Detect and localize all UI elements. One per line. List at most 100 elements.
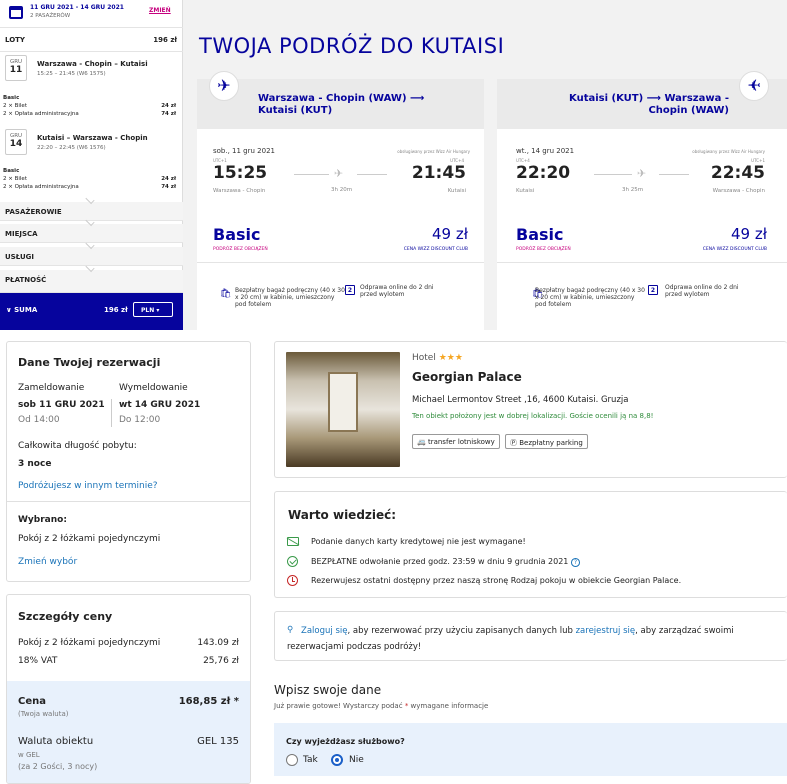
flights-total: 196 zł xyxy=(153,36,177,44)
amenity-free-parking: Ⓟ Bezpłatny parking xyxy=(505,434,588,449)
business-question: Czy wyjeżdżasz służbowo? xyxy=(286,737,405,746)
good-to-know-title: Warto wiedzieć: xyxy=(288,508,397,522)
outbound-bag-text: Bezpłatny bagaż podręczny (40 x 30 x 20 … xyxy=(235,287,345,308)
other-dates-link[interactable]: Podróżujesz w innym terminie? xyxy=(18,481,158,491)
inbound-fare-basic: Basic xyxy=(516,225,564,244)
outbound-dep-city: Warszawa - Chopin xyxy=(213,188,266,194)
hotel-card: Hotel ★★★ Georgian Palace Michael Lermon… xyxy=(274,341,787,478)
outbound-fee-amount: 74 zł xyxy=(161,111,176,117)
inbound-bag-text: Bezpłatny bagaż podręczny (40 x 30 x 20 … xyxy=(535,287,645,308)
trip-dates: 11 GRU 2021 - 14 GRU 2021 xyxy=(30,4,124,11)
selected-room: Pokój z 2 łóżkami pojedynczymi xyxy=(18,534,161,544)
section-services[interactable]: USŁUGI xyxy=(0,247,183,266)
inbound-fee-label: 2 × Opłata administracyjna xyxy=(3,184,79,190)
divider xyxy=(197,262,484,263)
outbound-time: 15:25 – 21:45 (W6 1575) xyxy=(37,71,106,77)
hotel-type: Hotel ★★★ xyxy=(412,353,463,363)
register-link[interactable]: zarejestruj się xyxy=(576,626,636,636)
route-line xyxy=(294,174,329,175)
radio-yes-label[interactable]: Tak xyxy=(303,755,318,765)
sum-label: ∨ SUMA xyxy=(6,306,38,314)
login-link[interactable]: Zaloguj się xyxy=(301,626,347,636)
inbound-route: Kutaisi – Warszawa - Chopin xyxy=(37,134,148,142)
section-seats[interactable]: MIEJSCA xyxy=(0,224,183,243)
reservation-title: Dane Twojej rezerwacji xyxy=(18,356,161,369)
selected-label: Wybrano: xyxy=(18,515,67,525)
radio-no[interactable] xyxy=(331,754,343,766)
outbound-dep-time: 15:25 xyxy=(213,163,268,183)
price-row-label: 18% VAT xyxy=(18,656,58,666)
outbound-card-header: Warszawa - Chopin (WAW) ⟶ Kutaisi (KUT) xyxy=(197,79,484,129)
flight-booking-section: 11 GRU 2021 - 14 GRU 2021 2 PASAŻERÓW ZM… xyxy=(0,0,787,330)
bag-icon: 🛍 xyxy=(220,289,232,299)
change-dates-link[interactable]: ZMIEŃ xyxy=(149,7,171,14)
inbound-fee-amount: 74 zł xyxy=(161,184,176,190)
outbound-fare-sub: PODRÓŻ BEZ OBCIĄŻEŃ xyxy=(213,247,268,252)
stay-length-value: 3 noce xyxy=(18,459,52,469)
inbound-fare-sub: PODRÓŻ BEZ OBCIĄŻEŃ xyxy=(516,247,571,252)
reservation-details-card: Dane Twojej rezerwacji Zameldowanie sob … xyxy=(6,341,251,582)
outbound-club-label: CENA WIZZ DISCOUNT CLUB xyxy=(403,247,468,252)
local-currency-value: GEL 135 xyxy=(197,736,239,747)
amenity-airport-transfer: 🚐 transfer lotniskowy xyxy=(412,434,500,449)
inbound-ticket-label: 2 × Bilet xyxy=(3,176,27,182)
radio-no-label[interactable]: Nie xyxy=(349,755,364,765)
outbound-route: Warszawa - Chopin – Kutaisi xyxy=(37,60,148,68)
checkin-calendar-icon: 2 xyxy=(345,285,355,295)
outbound-arr-time: 21:45 xyxy=(411,163,466,183)
parking-icon: Ⓟ xyxy=(510,439,517,447)
checkin-label: Zameldowanie xyxy=(18,383,85,393)
sum-bar[interactable]: ∨ SUMA 196 zł PLN ▾ xyxy=(0,293,183,330)
good-to-know-card: Warto wiedzieć: Podanie danych karty kre… xyxy=(274,491,787,598)
shuttle-icon: 🚐 xyxy=(417,438,426,446)
plane-icon: ✈ xyxy=(334,167,344,180)
outbound-flight-card: Warszawa - Chopin (WAW) ⟶ Kutaisi (KUT) ✈… xyxy=(197,71,484,330)
currency-select[interactable]: PLN ▾ xyxy=(133,302,173,317)
change-choice-link[interactable]: Zmień wybór xyxy=(18,557,77,567)
plane-departure-icon: ✈ xyxy=(209,71,239,101)
info-free-cancel: BEZPŁATNE odwołanie przed godz. 23:59 w … xyxy=(311,557,581,567)
radio-yes[interactable] xyxy=(286,754,298,766)
total-sub: (Twoja waluta) xyxy=(18,710,69,718)
price-row-value: 143.09 zł xyxy=(197,638,239,648)
outbound-duration: 3h 20m xyxy=(331,187,353,193)
checkin-calendar-icon: 2 xyxy=(648,285,658,295)
trip-dates-header: 11 GRU 2021 - 14 GRU 2021 2 PASAŻERÓW ZM… xyxy=(0,0,183,28)
hotel-address: Michael Lermontov Street ,16, 4600 Kutai… xyxy=(412,395,629,405)
hotel-photo[interactable] xyxy=(286,352,400,467)
plane-return-icon: ✈ xyxy=(739,71,769,101)
page-title: TWOJA PODRÓŻ DO KUTAISI xyxy=(199,34,505,58)
section-passengers[interactable]: PASAŻEROWIE xyxy=(0,202,183,221)
inbound-card-title: Kutaisi (KUT) ⟶ Warszawa - Chopin (WAW) xyxy=(569,93,729,116)
price-details-card: Szczegóły ceny Pokój z 2 łóżkami pojedyn… xyxy=(6,594,251,784)
price-row-value: 25,76 zł xyxy=(203,656,239,666)
outbound-fee-label: 2 × Opłata administracyjna xyxy=(3,111,79,117)
outbound-ticket-label: 2 × Bilet xyxy=(3,103,27,109)
plane-icon: ✈ xyxy=(637,167,647,180)
calendar-icon xyxy=(9,6,23,19)
section-payment[interactable]: PŁATNOŚĆ xyxy=(0,270,183,293)
outbound-checkin-text: Odprawa online do 2 dni przed wylotem xyxy=(360,284,434,298)
local-currency-sub: w GEL xyxy=(18,751,40,759)
flights-section-header[interactable]: LOTY 196 zł xyxy=(0,30,183,52)
form-subtitle: Już prawie gotowe! Wystarczy podać * wym… xyxy=(274,702,489,710)
divider xyxy=(7,501,250,502)
inbound-club-label: CENA WIZZ DISCOUNT CLUB xyxy=(702,247,767,252)
inbound-dep-time: 22:20 xyxy=(516,163,571,183)
form-title: Wpisz swoje dane xyxy=(274,683,382,697)
help-icon[interactable]: ? xyxy=(570,558,581,567)
divider xyxy=(111,399,112,427)
stay-length-label: Całkowita długość pobytu: xyxy=(18,441,137,451)
booking-summary-sidebar: 11 GRU 2021 - 14 GRU 2021 2 PASAŻERÓW ZM… xyxy=(0,0,183,330)
inbound-operator: obsługiwany przez Wizz Air Hungary xyxy=(692,149,765,154)
inbound-price: 49 zł xyxy=(731,225,767,243)
outbound-card-title: Warszawa - Chopin (WAW) ⟶ Kutaisi (KUT) xyxy=(258,93,425,116)
inbound-ticket-amount: 24 zł xyxy=(161,176,176,182)
price-details-title: Szczegóły ceny xyxy=(18,610,113,623)
checkin-time: Od 14:00 xyxy=(18,415,60,425)
inbound-flight-card: Kutaisi (KUT) ⟶ Warszawa - Chopin (WAW) ✈… xyxy=(497,71,787,330)
route-line xyxy=(594,174,632,175)
inbound-day: 14 xyxy=(9,139,23,149)
no-credit-card-icon xyxy=(287,537,299,546)
outbound-date: sob., 11 gru 2021 xyxy=(213,147,275,155)
